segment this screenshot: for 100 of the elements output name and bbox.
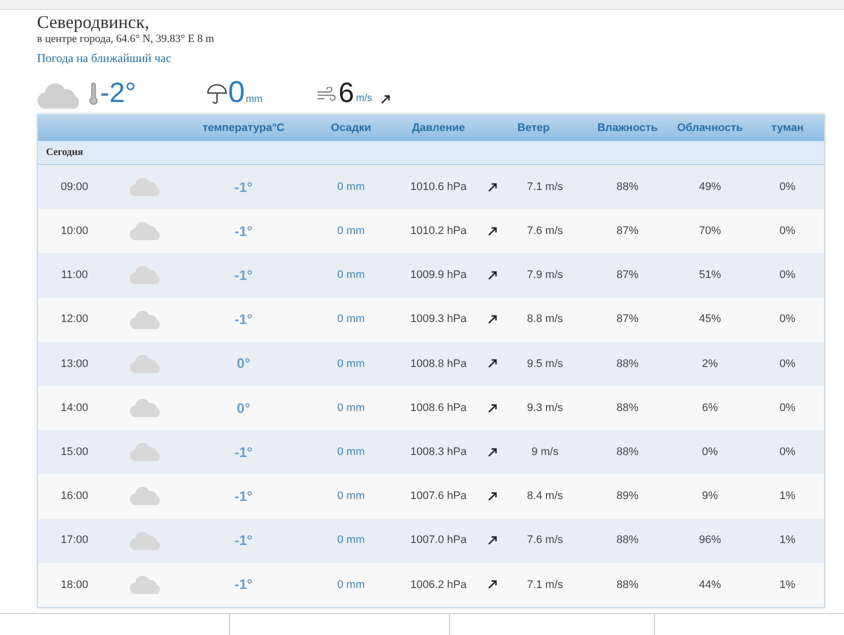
pressure-cell-text: 1010.2 hPa bbox=[409, 224, 468, 240]
arrow-icon bbox=[487, 446, 498, 458]
cloud-icon bbox=[129, 265, 163, 286]
arrow-icon bbox=[487, 490, 498, 502]
cloudiness-cell-text: 9% bbox=[701, 489, 719, 504]
column-header: Облачность bbox=[676, 120, 744, 136]
temperature-cell-text: -1° bbox=[233, 531, 254, 550]
cloudiness-cell-text: 2% bbox=[701, 356, 719, 372]
humidity-cell-text: 87% bbox=[615, 268, 640, 284]
column-header: температура°C bbox=[202, 120, 286, 136]
fog-cell-text: 0% bbox=[778, 444, 796, 460]
arrow-icon bbox=[487, 182, 498, 193]
precipitation-cell-text: 0 mm bbox=[336, 268, 366, 284]
cloud-icon bbox=[129, 221, 163, 242]
arrow-icon bbox=[487, 226, 498, 237]
pressure-cell-text: 1006.2 hPa bbox=[409, 578, 468, 593]
cloud-icon bbox=[129, 354, 163, 374]
time-cell-text: 17:00 bbox=[60, 533, 90, 548]
section-label: Сегодня bbox=[46, 146, 84, 160]
arrow-icon bbox=[487, 314, 498, 326]
fog-cell-text: 0% bbox=[778, 312, 796, 328]
precipitation-cell-text: 0 mm bbox=[336, 444, 366, 460]
precipitation-cell-text: 0 mm bbox=[336, 356, 366, 372]
fog-cell-text: 0% bbox=[778, 356, 796, 372]
wind-cell-text: 7.9 m/s bbox=[526, 268, 564, 284]
temperature-cell-text: 0° bbox=[236, 398, 252, 418]
humidity-cell-text: 87% bbox=[615, 312, 640, 328]
wind-cell-text: 7.6 m/s bbox=[526, 533, 564, 548]
fog-cell-text: 0% bbox=[778, 400, 796, 416]
humidity-cell-text: 88% bbox=[615, 444, 640, 460]
temperature-cell-text: -1° bbox=[233, 266, 254, 285]
column-header: туман bbox=[770, 120, 805, 136]
cloudiness-cell-text: 45% bbox=[698, 312, 722, 328]
arrow-icon bbox=[487, 358, 498, 370]
cloud-icon bbox=[129, 530, 163, 551]
hourly-forecast-link[interactable]: Погода на ближайший час bbox=[37, 51, 172, 65]
fog-cell-text: 0% bbox=[778, 224, 796, 240]
precipitation-cell-text: 0 mm bbox=[336, 533, 366, 548]
wind-cell-text: 7.6 m/s bbox=[526, 224, 564, 240]
pressure-cell-text: 1009.3 hPa bbox=[409, 312, 468, 328]
arrow-icon bbox=[487, 535, 498, 546]
fog-cell-text: 0% bbox=[778, 268, 796, 284]
cloud-icon bbox=[129, 574, 163, 595]
cloud-icon bbox=[129, 486, 163, 506]
precipitation-cell-text: 0 mm bbox=[336, 312, 366, 328]
time-cell-text: 15:00 bbox=[60, 444, 90, 460]
precipitation-cell-text: 0 mm bbox=[336, 224, 366, 240]
cloudiness-cell-text: 0% bbox=[701, 444, 719, 460]
precipitation-cell-text: 0 mm bbox=[336, 180, 366, 195]
wind-cell-text: 8.8 m/s bbox=[526, 312, 564, 328]
pressure-cell-text: 1008.8 hPa bbox=[409, 356, 468, 372]
cloud-icon bbox=[129, 442, 163, 462]
thermometer-icon bbox=[89, 82, 98, 106]
pressure-cell-text: 1007.0 hPa bbox=[409, 533, 468, 548]
humidity-cell-text: 88% bbox=[615, 533, 640, 548]
wind-icon bbox=[316, 87, 336, 102]
time-cell-text: 16:00 bbox=[60, 489, 90, 504]
temperature-cell-text: -1° bbox=[233, 310, 254, 330]
time-cell-text: 09:00 bbox=[60, 180, 90, 195]
current-precipitation: 0 bbox=[228, 76, 245, 110]
column-header: Давление bbox=[410, 120, 466, 136]
column-header: Осадки bbox=[330, 120, 372, 136]
fog-cell-text: 1% bbox=[778, 533, 796, 548]
humidity-cell-text: 88% bbox=[615, 356, 640, 372]
cloud-icon bbox=[129, 177, 163, 198]
fog-cell-text: 1% bbox=[778, 489, 796, 504]
wind-cell-text: 8.4 m/s bbox=[526, 489, 564, 504]
humidity-cell-text: 88% bbox=[615, 400, 640, 416]
location-details: в центре города, 64.6° N, 39.83° E 8 m bbox=[37, 32, 216, 46]
temperature-cell-text: -1° bbox=[233, 178, 254, 197]
temperature-cell-text: 0° bbox=[236, 354, 252, 374]
fog-cell-text: 1% bbox=[778, 578, 796, 593]
time-cell-text: 10:00 bbox=[60, 224, 90, 240]
fog-cell-text: 0% bbox=[778, 180, 796, 195]
wind-cell-text: 9.5 m/s bbox=[526, 356, 564, 372]
current-wind-speed: 6 bbox=[338, 76, 354, 110]
time-cell-text: 14:00 bbox=[60, 400, 90, 416]
wind-unit: m/s bbox=[356, 92, 372, 106]
column-header: Влажность bbox=[596, 120, 659, 136]
time-cell-text: 12:00 bbox=[60, 312, 90, 328]
time-cell-text: 11:00 bbox=[60, 268, 89, 284]
humidity-cell-text: 89% bbox=[615, 489, 640, 504]
arrow-icon bbox=[487, 579, 498, 590]
wind-cell-text: 7.1 m/s bbox=[526, 578, 564, 593]
wind-cell-text: 7.1 m/s bbox=[526, 180, 564, 195]
cloud-icon bbox=[129, 398, 163, 418]
arrow-icon bbox=[487, 402, 498, 414]
humidity-cell-text: 88% bbox=[615, 578, 640, 593]
wind-cell-text: 9.3 m/s bbox=[526, 400, 564, 416]
umbrella-icon bbox=[206, 83, 228, 105]
precipitation-cell-text: 0 mm bbox=[336, 489, 366, 504]
cloudiness-cell-text: 6% bbox=[701, 400, 719, 416]
precipitation-cell-text: 0 mm bbox=[336, 400, 366, 416]
cloudiness-cell-text: 96% bbox=[698, 533, 722, 548]
wind-cell-text: 9 m/s bbox=[530, 444, 560, 460]
pressure-cell-text: 1008.3 hPa bbox=[409, 444, 468, 460]
humidity-cell-text: 88% bbox=[615, 180, 640, 195]
precipitation-cell-text: 0 mm bbox=[336, 578, 366, 593]
arrow-icon bbox=[487, 270, 498, 281]
time-cell-text: 13:00 bbox=[60, 356, 90, 372]
